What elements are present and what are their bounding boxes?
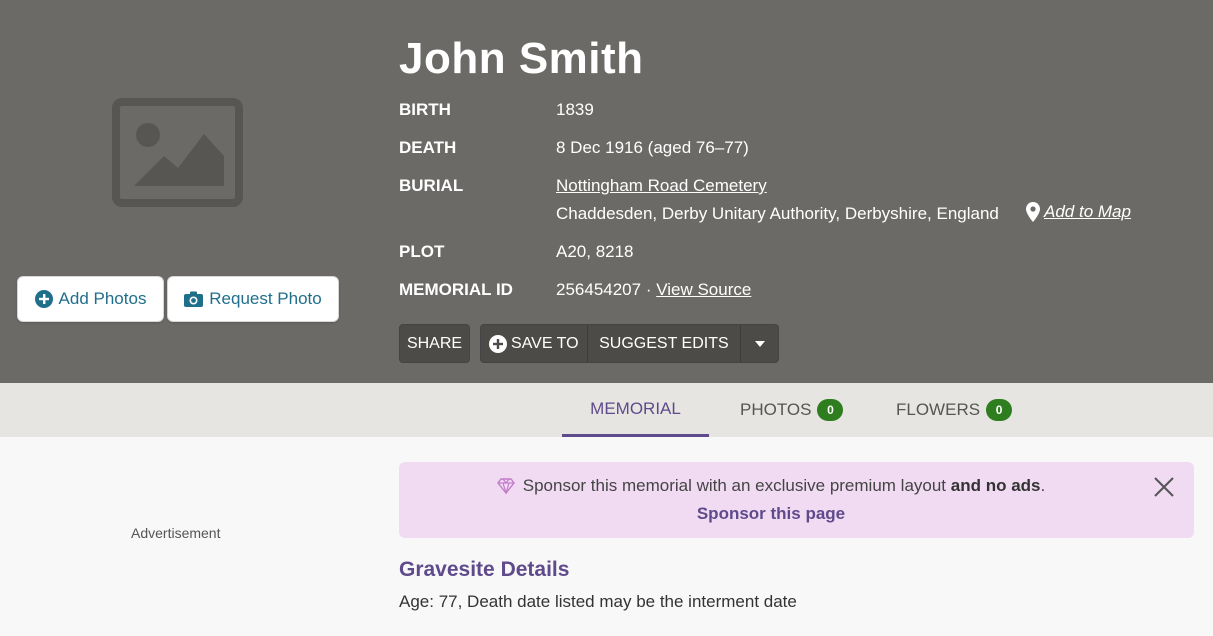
map-pin-icon	[1026, 202, 1040, 222]
suggest-edits-button[interactable]: SUGGEST EDITS	[588, 325, 742, 362]
gravesite-details-title: Gravesite Details	[399, 558, 570, 581]
memorial-header: Add Photos Request Photo John Smith BIRT…	[0, 0, 1213, 383]
birth-label: BIRTH	[399, 100, 451, 119]
request-photo-label: Request Photo	[209, 289, 322, 308]
gravesite-details-text: Age: 77, Death date listed may be the in…	[399, 592, 797, 611]
sponsor-banner: Sponsor this memorial with an exclusive …	[399, 462, 1194, 538]
save-to-label: SAVE TO	[511, 334, 579, 352]
tab-flowers-label: FLOWERS	[896, 400, 981, 419]
plot-value: A20, 8218	[556, 242, 634, 261]
share-button[interactable]: SHARE	[399, 324, 470, 363]
tab-memorial-label: MEMORIAL	[590, 398, 681, 418]
sponsor-message: Sponsor this memorial with an exclusive …	[399, 476, 1143, 496]
death-value: 8 Dec 1916 (aged 76–77)	[556, 138, 749, 157]
add-to-map-label: Add to Map	[1044, 202, 1131, 221]
advertisement-label: Advertisement	[131, 525, 221, 541]
burial-label: BURIAL	[399, 176, 464, 195]
sponsor-this-page-link[interactable]: Sponsor this page	[399, 504, 1143, 524]
sponsor-text-end: .	[1040, 476, 1046, 495]
memorial-name: John Smith	[399, 34, 644, 83]
sponsor-text: Sponsor this memorial with an exclusive …	[522, 476, 951, 495]
cemetery-link[interactable]: Nottingham Road Cemetery	[556, 176, 767, 195]
plus-circle-icon	[489, 334, 508, 353]
memorial-id-number: 256454207 ·	[556, 280, 657, 299]
tab-photos[interactable]: PHOTOS 0	[740, 383, 844, 437]
close-icon[interactable]	[1153, 476, 1175, 498]
burial-cemetery: Nottingham Road Cemetery	[556, 176, 767, 196]
memorial-id-value: 256454207 · View Source	[556, 280, 751, 300]
tab-photos-label: PHOTOS	[740, 400, 812, 419]
request-photo-button[interactable]: Request Photo	[167, 276, 339, 322]
tab-flowers[interactable]: FLOWERS 0	[896, 383, 1013, 437]
burial-location: Chaddesden, Derby Unitary Authority, Der…	[556, 204, 999, 223]
plus-circle-icon	[34, 290, 53, 308]
death-label: DEATH	[399, 138, 457, 157]
birth-value: 1839	[556, 100, 594, 119]
plot-label: PLOT	[399, 242, 445, 261]
add-to-map-link[interactable]: Add to Map	[1026, 202, 1131, 222]
memorial-actions-group: SAVE TO SUGGEST EDITS	[480, 324, 779, 363]
save-to-button[interactable]: SAVE TO	[481, 325, 588, 362]
memorial-id-label: MEMORIAL ID	[399, 280, 513, 299]
memorial-tabs: MEMORIAL PHOTOS 0 FLOWERS 0	[0, 383, 1213, 437]
tab-memorial[interactable]: MEMORIAL	[562, 383, 709, 437]
sponsor-text-bold: and no ads	[950, 476, 1041, 495]
add-photos-button[interactable]: Add Photos	[17, 276, 164, 322]
diamond-icon	[496, 478, 515, 494]
more-actions-dropdown[interactable]	[741, 325, 778, 362]
view-source-link[interactable]: View Source	[656, 280, 751, 299]
image-placeholder-icon	[112, 98, 243, 207]
flowers-count-badge: 0	[986, 399, 1013, 421]
camera-icon	[184, 291, 204, 307]
caret-down-icon	[754, 340, 765, 347]
add-photos-label: Add Photos	[58, 289, 147, 308]
photos-count-badge: 0	[817, 399, 844, 421]
